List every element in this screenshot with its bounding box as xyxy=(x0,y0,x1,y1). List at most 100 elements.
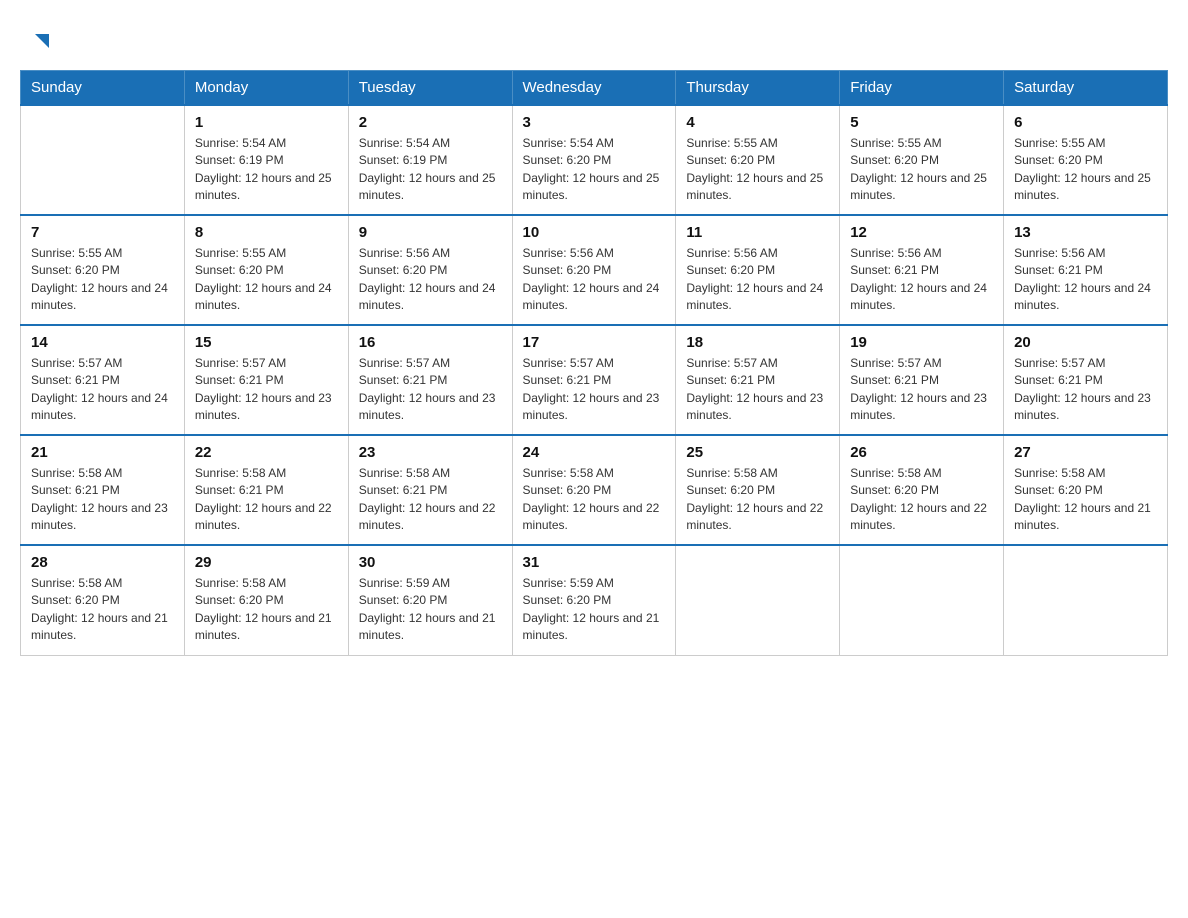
day-number: 28 xyxy=(31,554,174,571)
calendar-cell: 14 Sunrise: 5:57 AMSunset: 6:21 PMDayligh… xyxy=(21,325,185,435)
day-info: Sunrise: 5:58 AMSunset: 6:21 PMDaylight:… xyxy=(31,465,174,535)
day-number: 19 xyxy=(850,334,993,351)
day-number: 5 xyxy=(850,114,993,131)
logo xyxy=(30,30,53,52)
day-number: 7 xyxy=(31,224,174,241)
day-number: 12 xyxy=(850,224,993,241)
calendar-cell: 16 Sunrise: 5:57 AMSunset: 6:21 PMDayligh… xyxy=(348,325,512,435)
calendar-cell: 22Sunrise: 5:58 AMSunset: 6:21 PMDayligh… xyxy=(184,435,348,545)
day-number: 6 xyxy=(1014,114,1157,131)
calendar-cell xyxy=(1004,545,1168,655)
day-info: Sunrise: 5:58 AMSunset: 6:20 PMDaylight:… xyxy=(523,465,666,535)
day-info: Sunrise: 5:56 AMSunset: 6:20 PMDaylight:… xyxy=(523,245,666,315)
day-info: Sunrise: 5:55 AMSunset: 6:20 PMDaylight:… xyxy=(1014,135,1157,205)
calendar-cell xyxy=(21,105,185,215)
calendar-cell xyxy=(676,545,840,655)
calendar-cell: 21 Sunrise: 5:58 AMSunset: 6:21 PMDayligh… xyxy=(21,435,185,545)
day-info: Sunrise: 5:57 AMSunset: 6:21 PMDaylight:… xyxy=(1014,355,1157,425)
weekday-header-row: SundayMondayTuesdayWednesdayThursdayFrid… xyxy=(21,71,1168,106)
calendar-cell xyxy=(840,545,1004,655)
day-info: Sunrise: 5:58 AMSunset: 6:20 PMDaylight:… xyxy=(686,465,829,535)
day-number: 21 xyxy=(31,444,174,461)
day-number: 4 xyxy=(686,114,829,131)
calendar-cell: 13 Sunrise: 5:56 AMSunset: 6:21 PMDayligh… xyxy=(1004,215,1168,325)
day-number: 26 xyxy=(850,444,993,461)
calendar-cell: 26 Sunrise: 5:58 AMSunset: 6:20 PMDayligh… xyxy=(840,435,1004,545)
calendar-cell: 10 Sunrise: 5:56 AMSunset: 6:20 PMDayligh… xyxy=(512,215,676,325)
weekday-header-tuesday: Tuesday xyxy=(348,71,512,106)
day-info: Sunrise: 5:58 AMSunset: 6:20 PMDaylight:… xyxy=(1014,465,1157,535)
week-row-4: 21 Sunrise: 5:58 AMSunset: 6:21 PMDayligh… xyxy=(21,435,1168,545)
day-number: 13 xyxy=(1014,224,1157,241)
day-info: Sunrise: 5:57 AMSunset: 6:21 PMDaylight:… xyxy=(359,355,502,425)
day-info: Sunrise: 5:56 AMSunset: 6:21 PMDaylight:… xyxy=(850,245,993,315)
logo-arrow-icon xyxy=(31,32,53,54)
day-info: Sunrise: 5:55 AMSunset: 6:20 PMDaylight:… xyxy=(31,245,174,315)
calendar-cell: 19 Sunrise: 5:57 AMSunset: 6:21 PMDayligh… xyxy=(840,325,1004,435)
day-info: Sunrise: 5:58 AMSunset: 6:20 PMDaylight:… xyxy=(850,465,993,535)
day-number: 30 xyxy=(359,554,502,571)
day-number: 8 xyxy=(195,224,338,241)
day-number: 29 xyxy=(195,554,338,571)
day-info: Sunrise: 5:55 AMSunset: 6:20 PMDaylight:… xyxy=(850,135,993,205)
calendar-cell: 15 Sunrise: 5:57 AMSunset: 6:21 PMDayligh… xyxy=(184,325,348,435)
calendar-cell: 18 Sunrise: 5:57 AMSunset: 6:21 PMDayligh… xyxy=(676,325,840,435)
calendar-cell: 2Sunrise: 5:54 AMSunset: 6:19 PMDaylight… xyxy=(348,105,512,215)
calendar-cell: 5 Sunrise: 5:55 AMSunset: 6:20 PMDaylight… xyxy=(840,105,1004,215)
day-number: 11 xyxy=(686,224,829,241)
day-info: Sunrise: 5:57 AMSunset: 6:21 PMDaylight:… xyxy=(31,355,174,425)
calendar-cell: 17Sunrise: 5:57 AMSunset: 6:21 PMDayligh… xyxy=(512,325,676,435)
day-info: Sunrise: 5:57 AMSunset: 6:21 PMDaylight:… xyxy=(850,355,993,425)
day-number: 31 xyxy=(523,554,666,571)
weekday-header-monday: Monday xyxy=(184,71,348,106)
weekday-header-thursday: Thursday xyxy=(676,71,840,106)
calendar-cell: 27Sunrise: 5:58 AMSunset: 6:20 PMDayligh… xyxy=(1004,435,1168,545)
calendar-cell: 31 Sunrise: 5:59 AMSunset: 6:20 PMDayligh… xyxy=(512,545,676,655)
day-number: 18 xyxy=(686,334,829,351)
day-number: 9 xyxy=(359,224,502,241)
calendar-cell: 4 Sunrise: 5:55 AMSunset: 6:20 PMDaylight… xyxy=(676,105,840,215)
day-number: 14 xyxy=(31,334,174,351)
day-number: 25 xyxy=(686,444,829,461)
day-number: 16 xyxy=(359,334,502,351)
day-number: 1 xyxy=(195,114,338,131)
calendar-cell: 11 Sunrise: 5:56 AMSunset: 6:20 PMDayligh… xyxy=(676,215,840,325)
calendar-cell: 1 Sunrise: 5:54 AMSunset: 6:19 PMDaylight… xyxy=(184,105,348,215)
day-info: Sunrise: 5:56 AMSunset: 6:20 PMDaylight:… xyxy=(686,245,829,315)
day-number: 24 xyxy=(523,444,666,461)
calendar-cell: 28Sunrise: 5:58 AMSunset: 6:20 PMDayligh… xyxy=(21,545,185,655)
calendar-cell: 6 Sunrise: 5:55 AMSunset: 6:20 PMDaylight… xyxy=(1004,105,1168,215)
day-info: Sunrise: 5:57 AMSunset: 6:21 PMDaylight:… xyxy=(195,355,338,425)
calendar-cell: 3 Sunrise: 5:54 AMSunset: 6:20 PMDaylight… xyxy=(512,105,676,215)
calendar-cell: 7 Sunrise: 5:55 AMSunset: 6:20 PMDaylight… xyxy=(21,215,185,325)
day-info: Sunrise: 5:57 AMSunset: 6:21 PMDaylight:… xyxy=(686,355,829,425)
weekday-header-friday: Friday xyxy=(840,71,1004,106)
calendar-cell: 20 Sunrise: 5:57 AMSunset: 6:21 PMDayligh… xyxy=(1004,325,1168,435)
day-number: 20 xyxy=(1014,334,1157,351)
day-number: 10 xyxy=(523,224,666,241)
calendar-cell: 29Sunrise: 5:58 AMSunset: 6:20 PMDayligh… xyxy=(184,545,348,655)
calendar-table: SundayMondayTuesdayWednesdayThursdayFrid… xyxy=(20,70,1168,656)
calendar-cell: 9 Sunrise: 5:56 AMSunset: 6:20 PMDaylight… xyxy=(348,215,512,325)
calendar-cell: 24 Sunrise: 5:58 AMSunset: 6:20 PMDayligh… xyxy=(512,435,676,545)
week-row-1: 1 Sunrise: 5:54 AMSunset: 6:19 PMDaylight… xyxy=(21,105,1168,215)
day-number: 17 xyxy=(523,334,666,351)
weekday-header-saturday: Saturday xyxy=(1004,71,1168,106)
page-header xyxy=(20,20,1168,52)
day-info: Sunrise: 5:55 AMSunset: 6:20 PMDaylight:… xyxy=(686,135,829,205)
day-info: Sunrise: 5:56 AMSunset: 6:20 PMDaylight:… xyxy=(359,245,502,315)
day-info: Sunrise: 5:59 AMSunset: 6:20 PMDaylight:… xyxy=(523,575,666,645)
calendar-cell: 12 Sunrise: 5:56 AMSunset: 6:21 PMDayligh… xyxy=(840,215,1004,325)
day-number: 3 xyxy=(523,114,666,131)
day-info: Sunrise: 5:56 AMSunset: 6:21 PMDaylight:… xyxy=(1014,245,1157,315)
day-info: Sunrise: 5:54 AMSunset: 6:20 PMDaylight:… xyxy=(523,135,666,205)
day-number: 15 xyxy=(195,334,338,351)
calendar-cell: 8 Sunrise: 5:55 AMSunset: 6:20 PMDaylight… xyxy=(184,215,348,325)
week-row-3: 14 Sunrise: 5:57 AMSunset: 6:21 PMDayligh… xyxy=(21,325,1168,435)
day-info: Sunrise: 5:54 AMSunset: 6:19 PMDaylight:… xyxy=(195,135,338,205)
day-info: Sunrise: 5:55 AMSunset: 6:20 PMDaylight:… xyxy=(195,245,338,315)
day-number: 23 xyxy=(359,444,502,461)
calendar-cell: 25 Sunrise: 5:58 AMSunset: 6:20 PMDayligh… xyxy=(676,435,840,545)
week-row-5: 28Sunrise: 5:58 AMSunset: 6:20 PMDayligh… xyxy=(21,545,1168,655)
calendar-cell: 30Sunrise: 5:59 AMSunset: 6:20 PMDayligh… xyxy=(348,545,512,655)
